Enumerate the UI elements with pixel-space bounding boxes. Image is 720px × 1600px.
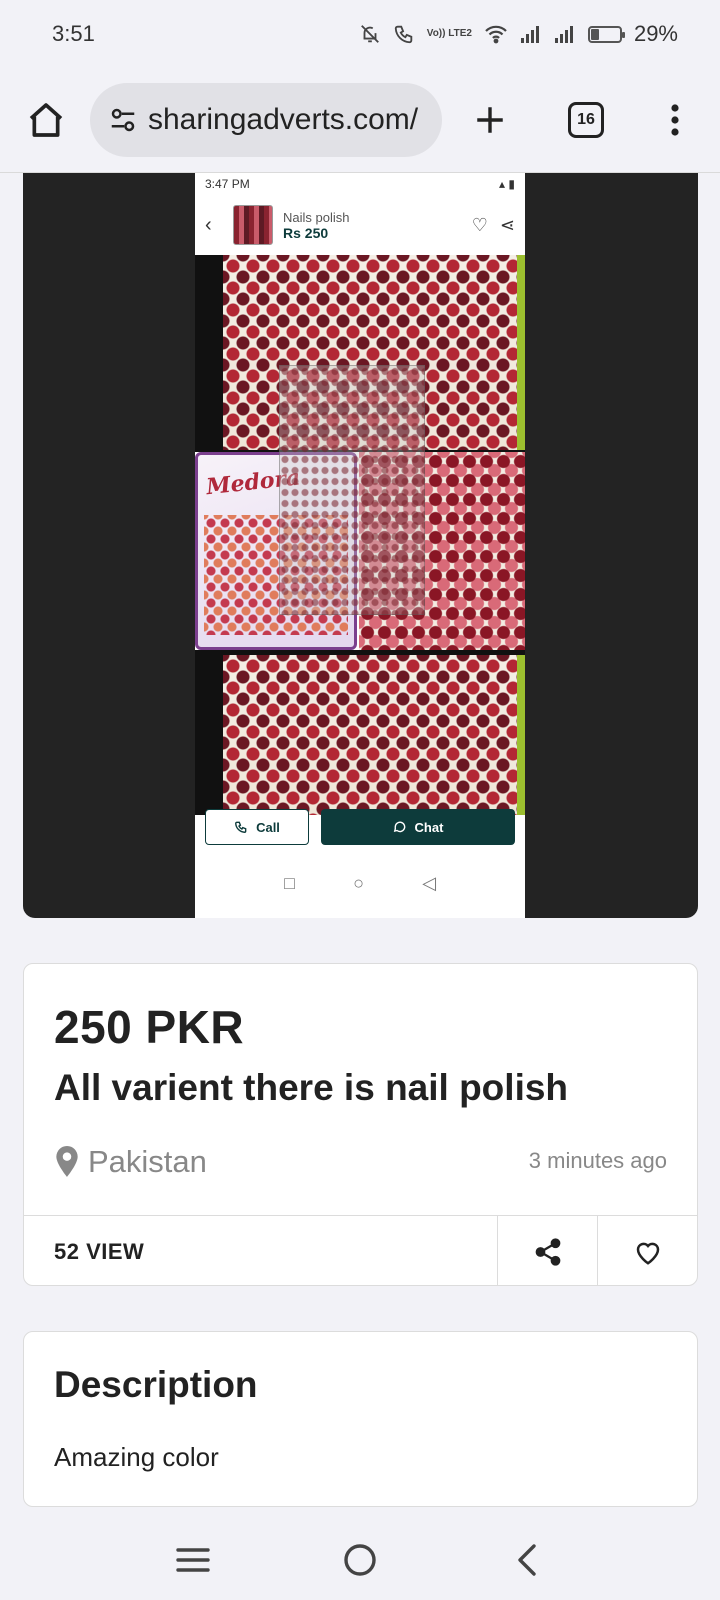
tab-switcher-button[interactable]: 16 — [568, 102, 604, 138]
address-bar[interactable]: sharingadverts.com/ — [90, 83, 442, 157]
heart-icon — [636, 1242, 659, 1265]
listing-views: 52 VIEW — [54, 1238, 145, 1264]
wifi-icon — [484, 24, 508, 44]
photo-thumbnail — [233, 205, 273, 245]
description-text: Amazing color — [54, 1442, 219, 1472]
photo-triangle-icon: ◁ — [422, 872, 436, 893]
chat-bubble-icon — [393, 821, 405, 833]
phone-icon — [235, 821, 247, 833]
signal-strength-icon-1 — [520, 24, 542, 44]
photo-header: ‹ Nails polish Rs 250 ♡ ⋖ — [195, 195, 525, 255]
photo-call-label: Call — [256, 819, 280, 835]
battery-percent: 29% — [633, 21, 678, 46]
photo-item-price: Rs 250 — [283, 224, 329, 241]
menu-lines-icon — [176, 1548, 211, 1572]
location-pin-icon — [56, 1146, 78, 1177]
home-button[interactable] — [24, 98, 68, 142]
listing-location-text: Pakistan — [88, 1144, 207, 1179]
tab-count: 16 — [577, 111, 595, 128]
overlay-screenshot — [279, 365, 425, 615]
system-nav-bar — [0, 1520, 720, 1600]
status-icons: Vo)) LTE2 29% — [359, 21, 678, 47]
photo-status-icons: ▴ ▮ — [499, 177, 515, 191]
back-chevron-icon — [517, 1544, 536, 1576]
wifi-calling-icon — [393, 23, 415, 45]
battery-level-fill — [590, 28, 600, 40]
listing-title: All varient there is nail polish — [54, 1067, 569, 1108]
photo-status-time: 3:47 PM — [205, 177, 250, 191]
url-text[interactable]: sharingadverts.com/ — [148, 103, 418, 137]
description-card: Description Amazing color — [23, 1331, 698, 1507]
listing-time-ago: 3 minutes ago — [528, 1148, 667, 1173]
tune-icon[interactable] — [108, 105, 138, 135]
share-button[interactable] — [497, 1216, 597, 1285]
favorite-button[interactable] — [597, 1216, 697, 1285]
share-icon — [535, 1237, 560, 1266]
listing-price: 250 PKR — [54, 1001, 245, 1053]
recents-button[interactable] — [163, 1530, 223, 1590]
photo-heart-icon: ♡ — [471, 214, 488, 235]
photo-circle-icon: ○ — [353, 872, 364, 893]
new-tab-button[interactable] — [470, 100, 510, 140]
photo-call-button: Call — [205, 809, 309, 845]
photo-square-icon: □ — [284, 872, 295, 893]
home-icon — [29, 103, 63, 137]
signal-strength-icon-2 — [554, 24, 576, 44]
photo-nav-bar: □ ○ ◁ — [195, 863, 525, 903]
plus-icon — [477, 107, 503, 133]
description-heading: Description — [54, 1364, 258, 1405]
photo-share-icon: ⋖ — [499, 214, 515, 235]
nail-polish-swatches-image: Medora — [195, 255, 525, 815]
circle-home-icon — [344, 1544, 376, 1576]
photo-chat-button: Chat — [321, 809, 515, 845]
browser-toolbar: sharingadverts.com/ 16 — [0, 68, 720, 173]
status-time: 3:51 — [52, 21, 95, 46]
photo-chat-label: Chat — [414, 819, 444, 835]
listing-image-viewer[interactable]: 3:47 PM ▴ ▮ ‹ Nails polish Rs 250 ♡ ⋖ Me… — [23, 173, 698, 918]
volte-lte-label: Vo)) LTE2 — [426, 28, 472, 39]
listing-footer: 52 VIEW — [24, 1215, 697, 1285]
listing-info-card: 250 PKR All varient there is nail polish… — [23, 963, 698, 1286]
browser-menu-button[interactable] — [660, 98, 690, 142]
photo-action-bar: Call Chat — [195, 805, 525, 851]
mute-notifications-icon — [359, 23, 381, 45]
photo-back-icon: ‹ — [205, 213, 212, 236]
more-vert-icon — [671, 104, 679, 136]
swatch-band-bottom — [223, 655, 525, 815]
status-bar: 3:51 Vo)) LTE2 29% — [0, 0, 720, 68]
back-button[interactable] — [497, 1530, 557, 1590]
listing-photo[interactable]: 3:47 PM ▴ ▮ ‹ Nails polish Rs 250 ♡ ⋖ Me… — [195, 173, 525, 918]
photo-item-name: Nails polish — [283, 209, 350, 225]
photo-status-bar: 3:47 PM ▴ ▮ — [195, 173, 525, 195]
home-nav-button[interactable] — [330, 1530, 390, 1590]
listing-location: Pakistan — [54, 1144, 207, 1180]
battery-icon — [587, 25, 625, 43]
